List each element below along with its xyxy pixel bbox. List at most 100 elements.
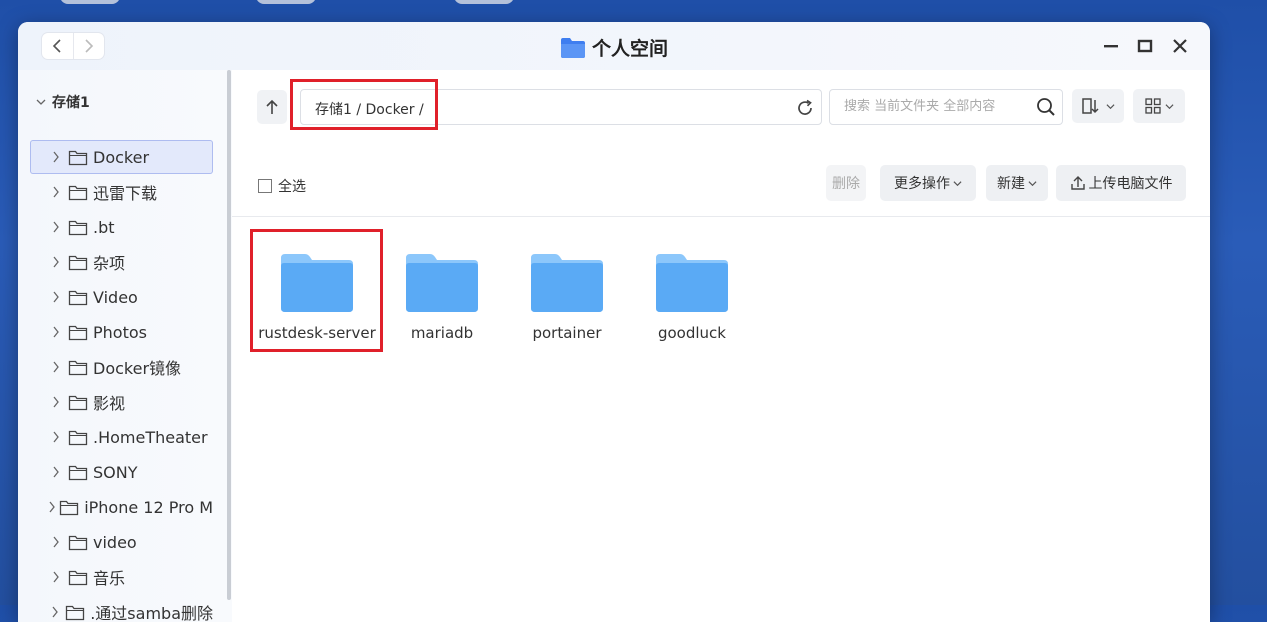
sidebar-item-label: .通过samba删除	[90, 604, 213, 622]
folder-item[interactable]: mariadb	[377, 252, 507, 342]
sidebar-scrollbar[interactable]	[227, 70, 231, 600]
more-actions-button[interactable]: 更多操作	[880, 165, 976, 201]
sidebar-item[interactable]: 迅雷下载	[30, 175, 213, 209]
chevron-down-icon	[1028, 180, 1037, 186]
sidebar-root-storage[interactable]: 存储1	[36, 92, 90, 112]
sidebar-item[interactable]: 音乐	[30, 560, 213, 594]
new-button[interactable]: 新建	[986, 165, 1048, 201]
minimize-icon[interactable]	[1103, 38, 1119, 54]
sidebar-item-label: SONY	[93, 462, 138, 482]
folder-item[interactable]: portainer	[502, 252, 632, 342]
folder-icon	[531, 254, 603, 312]
folder-outline-icon	[68, 289, 88, 306]
parent-folder-button[interactable]	[257, 90, 287, 124]
folder-outline-icon	[68, 359, 88, 376]
sidebar-item[interactable]: Photos	[30, 315, 213, 349]
folder-item[interactable]: goodluck	[627, 252, 757, 342]
grid-view-icon	[1145, 98, 1161, 114]
window-title: 个人空间	[591, 38, 668, 60]
chevron-right-icon[interactable]	[44, 256, 68, 268]
sort-icon	[1082, 98, 1099, 114]
chevron-right-icon[interactable]	[44, 361, 68, 373]
sidebar-item[interactable]: video	[30, 525, 213, 559]
title-bar: 个人空间	[18, 22, 1210, 70]
folder-outline-icon	[68, 149, 88, 166]
file-manager-window: 个人空间 存储1 Docker 迅雷下载 .bt 杂项 Video Photos Docke…	[18, 22, 1210, 622]
upload-icon	[1070, 176, 1085, 190]
up-arrow-icon	[266, 99, 278, 114]
select-all-checkbox[interactable]: 全选	[258, 176, 306, 196]
sort-button[interactable]	[1072, 89, 1124, 123]
chevron-right-icon[interactable]	[44, 186, 68, 198]
sidebar-item-label: iPhone 12 Pro M	[84, 497, 213, 517]
sidebar: 存储1 Docker 迅雷下载 .bt 杂项 Video Photos Docker镜像影视…	[18, 70, 232, 622]
sidebar-item[interactable]: Docker镜像	[30, 350, 213, 384]
delete-button[interactable]: 删除	[826, 165, 866, 201]
chevron-down-icon	[1165, 103, 1174, 109]
chevron-right-icon[interactable]	[44, 501, 59, 513]
chevron-right-icon[interactable]	[44, 466, 68, 478]
folder-icon	[406, 254, 478, 312]
sidebar-item-label: .bt	[93, 217, 115, 237]
sidebar-item[interactable]: SONY	[30, 455, 213, 489]
window-title-group: 个人空间	[18, 34, 1210, 61]
folder-icon	[656, 254, 728, 312]
maximize-icon[interactable]	[1137, 38, 1153, 54]
sidebar-item[interactable]: Video	[30, 280, 213, 314]
chevron-down-icon	[36, 99, 46, 105]
sidebar-item-label: Docker	[93, 147, 150, 167]
refresh-icon[interactable]	[795, 98, 815, 118]
desktop-dock-item	[256, 0, 316, 4]
folder-name: mariadb	[410, 324, 474, 342]
chevron-right-icon[interactable]	[44, 326, 68, 338]
folder-name: portainer	[532, 324, 602, 342]
folder-outline-icon	[59, 499, 79, 516]
sidebar-item-label: 杂项	[93, 254, 126, 273]
chevron-right-icon[interactable]	[44, 151, 68, 163]
folder-icon	[560, 37, 585, 58]
sidebar-item-label: 音乐	[93, 569, 126, 588]
sidebar-item[interactable]: .通过samba删除	[30, 595, 213, 622]
chevron-right-icon[interactable]	[44, 396, 68, 408]
search-input[interactable]	[842, 98, 1026, 115]
sidebar-item[interactable]: 影视	[30, 385, 213, 419]
select-all-label: 全选	[278, 179, 306, 195]
desktop-dock-item	[454, 0, 514, 4]
path-highlight	[290, 79, 438, 130]
folder-highlight	[250, 229, 383, 352]
more-actions-label: 更多操作	[894, 176, 950, 192]
chevron-right-icon[interactable]	[44, 291, 68, 303]
chevron-down-icon	[953, 180, 962, 186]
search-box	[829, 89, 1063, 125]
sidebar-root-label: 存储1	[52, 95, 90, 111]
sidebar-item-label: Video	[93, 287, 138, 307]
sidebar-item[interactable]: .bt	[30, 210, 213, 244]
sidebar-item[interactable]: .HomeTheater	[30, 420, 213, 454]
folder-outline-icon	[68, 324, 88, 341]
close-icon[interactable]	[1172, 38, 1188, 54]
chevron-right-icon[interactable]	[44, 431, 68, 443]
folder-outline-icon	[68, 219, 88, 236]
chevron-right-icon[interactable]	[44, 606, 65, 618]
upload-button[interactable]: 上传电脑文件	[1056, 165, 1186, 201]
search-icon[interactable]	[1036, 97, 1056, 117]
upload-label: 上传电脑文件	[1088, 176, 1173, 192]
folder-outline-icon	[68, 534, 88, 551]
checkbox-box	[258, 179, 272, 193]
chevron-right-icon[interactable]	[44, 536, 68, 548]
view-mode-button[interactable]	[1133, 89, 1185, 123]
sidebar-item-label: 影视	[93, 394, 126, 413]
folder-outline-icon	[68, 569, 88, 586]
sidebar-item[interactable]: 杂项	[30, 245, 213, 279]
toolbar-divider	[232, 216, 1210, 217]
sidebar-item[interactable]: iPhone 12 Pro M	[30, 490, 213, 524]
chevron-right-icon[interactable]	[44, 571, 68, 583]
folder-outline-icon	[68, 254, 88, 271]
folder-name: goodluck	[657, 324, 726, 342]
chevron-right-icon[interactable]	[44, 221, 68, 233]
main-panel: 存储1 / Docker / 搜索 当前文件夹 全部内容 全选 删除 更多操作 …	[232, 70, 1210, 622]
sidebar-item-label: video	[93, 532, 137, 552]
sidebar-item-label: Photos	[93, 322, 147, 342]
sidebar-item[interactable]: Docker	[30, 140, 213, 174]
folder-outline-icon	[68, 464, 88, 481]
